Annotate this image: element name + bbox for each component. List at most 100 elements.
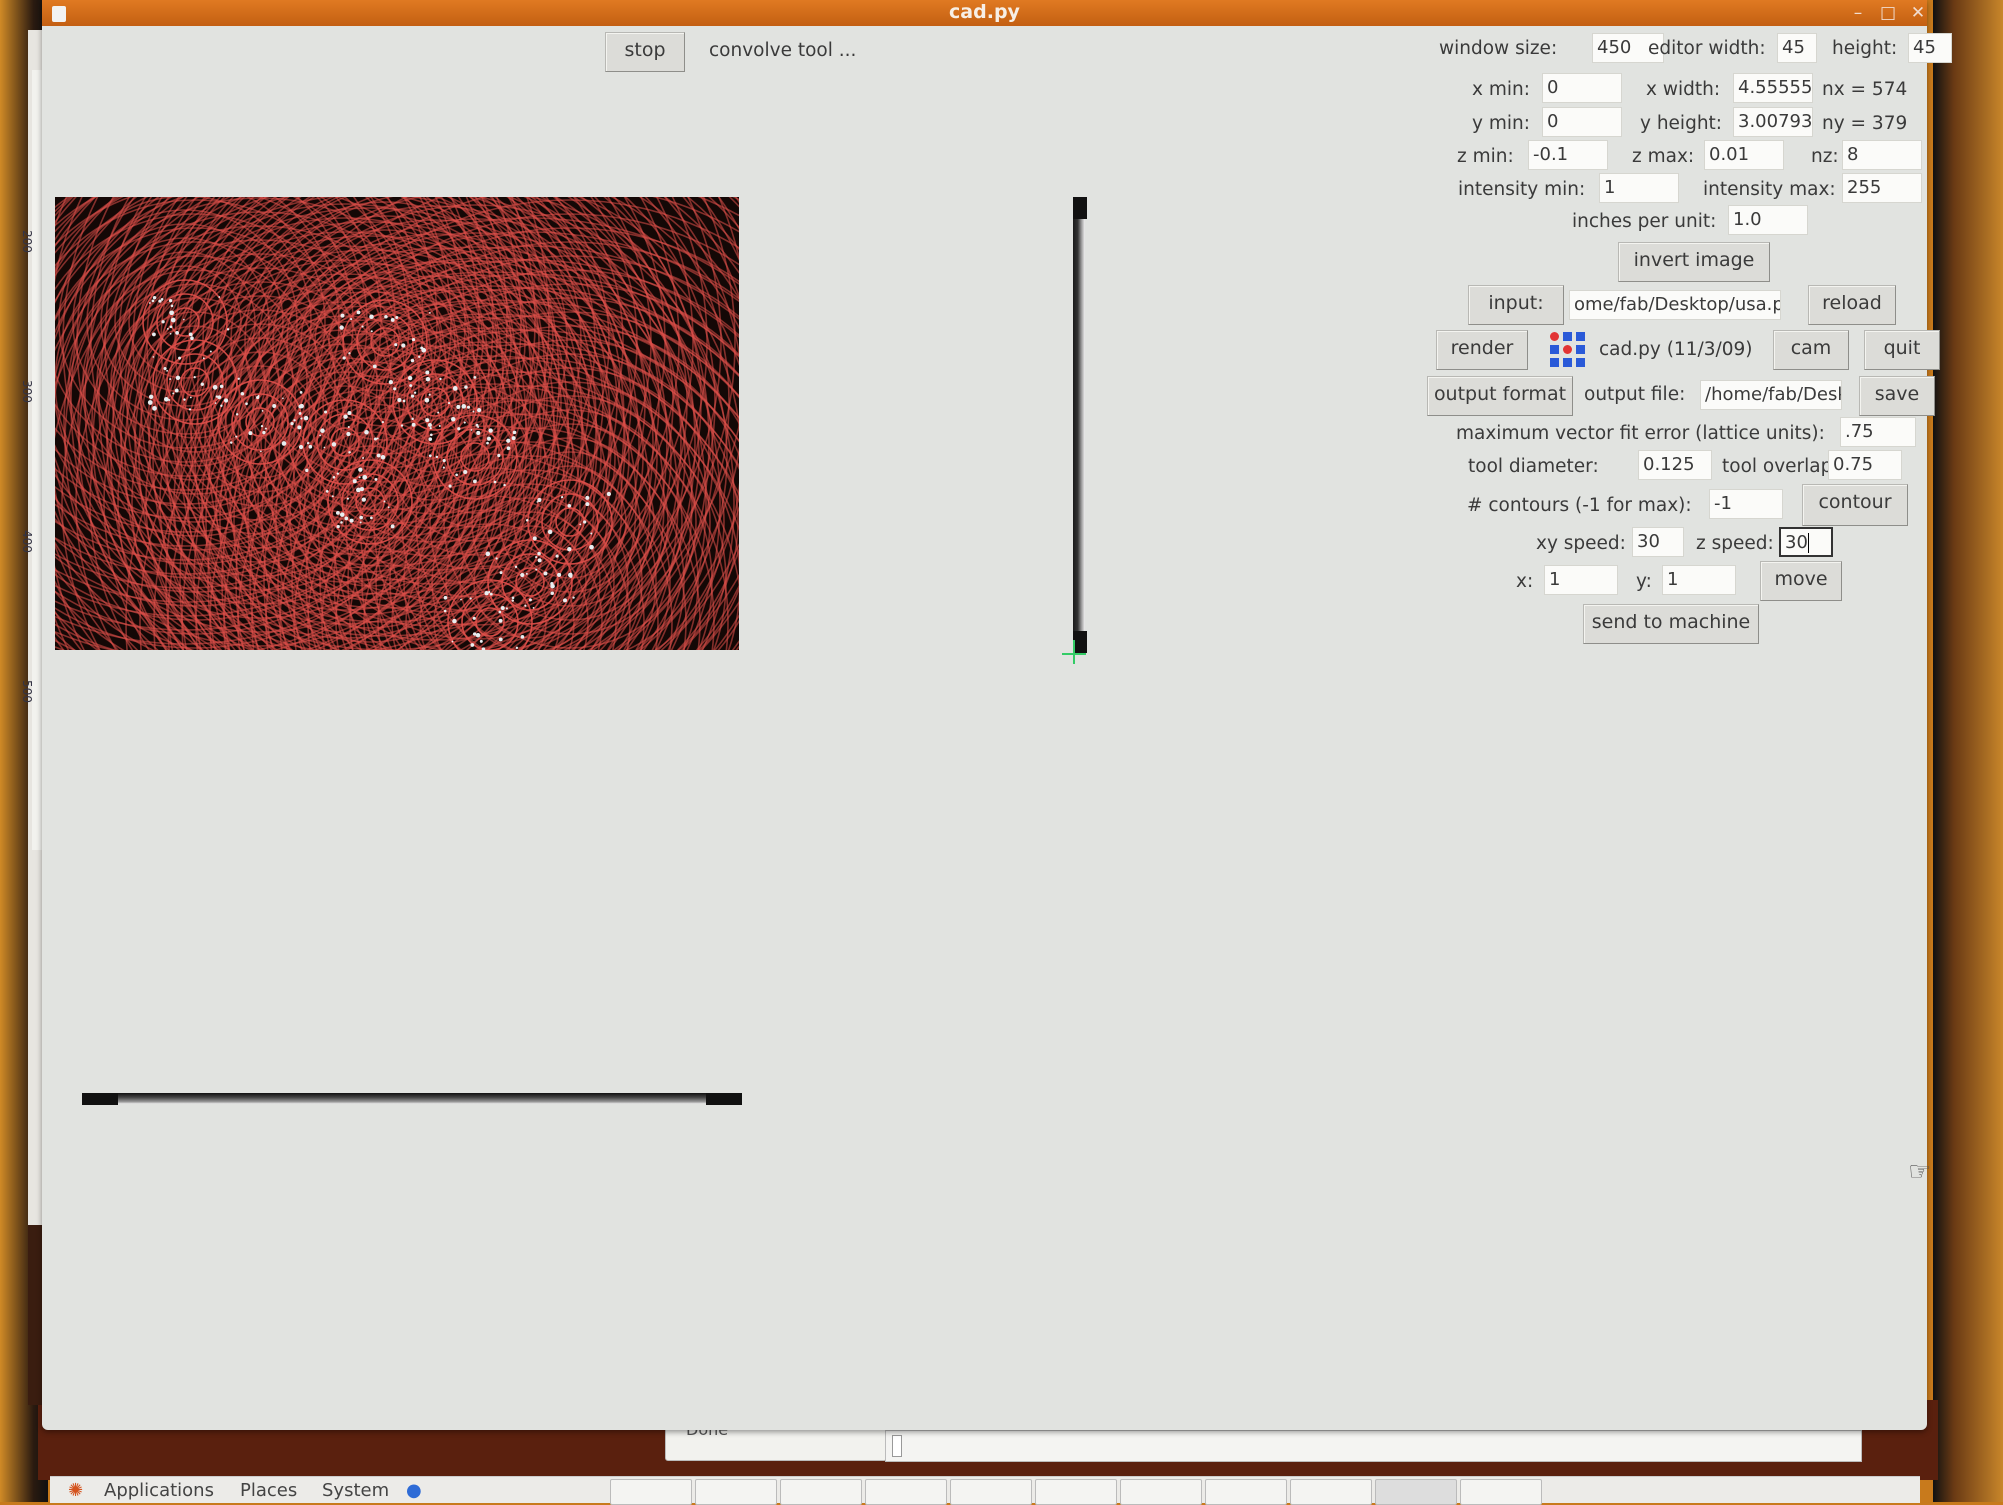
image-point (532, 536, 537, 541)
taskbar-window-button[interactable] (1290, 1479, 1372, 1505)
image-point (324, 410, 328, 414)
cam-button[interactable]: cam (1773, 330, 1849, 370)
applications-menu[interactable]: Applications (104, 1480, 214, 1501)
image-point (411, 337, 416, 342)
system-menu[interactable]: System (322, 1480, 389, 1501)
save-button[interactable]: save (1859, 376, 1935, 416)
image-point (282, 397, 284, 400)
firefox-launcher-icon[interactable]: ● (406, 1480, 422, 1501)
image-point (452, 386, 458, 391)
image-point (202, 357, 205, 360)
image-point (547, 529, 553, 535)
image-point (361, 497, 367, 502)
profile-cap (1073, 197, 1087, 219)
stop-button[interactable]: stop (605, 32, 685, 72)
y-profile-view[interactable] (1073, 197, 1087, 653)
image-point (356, 487, 361, 493)
z-speed-input[interactable]: 30 (1779, 527, 1833, 557)
max-fit-error-input[interactable]: .75 (1840, 417, 1916, 447)
image-point (212, 384, 218, 390)
reload-button[interactable]: reload (1808, 285, 1896, 325)
input-button[interactable]: input: (1468, 285, 1564, 325)
quit-button[interactable]: quit (1864, 330, 1940, 370)
taskbar-window-button[interactable] (1460, 1479, 1542, 1505)
close-button[interactable]: ✕ (1907, 3, 1929, 23)
scrollbar-thumb[interactable] (892, 1435, 902, 1457)
send-to-machine-button[interactable]: send to machine (1583, 604, 1759, 644)
image-point (418, 355, 421, 359)
tool-diameter-input[interactable]: 0.125 (1638, 450, 1712, 480)
y-height-input[interactable]: 3.00793 (1733, 107, 1813, 137)
image-point (515, 646, 519, 649)
image-point (305, 468, 309, 473)
nz-input[interactable]: 8 (1842, 140, 1922, 170)
inches-per-unit-input[interactable]: 1.0 (1728, 205, 1808, 235)
taskbar-window-button[interactable] (1205, 1479, 1287, 1505)
image-point (550, 591, 554, 595)
taskbar-window-button[interactable] (1035, 1479, 1117, 1505)
taskbar-window-button[interactable] (610, 1479, 692, 1505)
taskbar-window-button[interactable] (780, 1479, 862, 1505)
contour-canvas[interactable] (55, 197, 739, 650)
taskbar-window-button[interactable] (950, 1479, 1032, 1505)
taskbar-window-button[interactable] (695, 1479, 777, 1505)
x-input[interactable]: 1 (1544, 565, 1618, 595)
render-button[interactable]: render (1436, 330, 1528, 370)
x-profile-view[interactable] (82, 1093, 742, 1105)
image-point (298, 411, 302, 415)
taskbar-window-button[interactable] (1120, 1479, 1202, 1505)
output-format-button[interactable]: output format (1427, 376, 1573, 416)
places-menu[interactable]: Places (240, 1480, 297, 1501)
image-point (383, 500, 386, 503)
taskbar-window-button-active[interactable] (1375, 1479, 1457, 1505)
image-point (390, 317, 395, 322)
image-point (407, 375, 413, 381)
x-min-input[interactable]: 0 (1542, 73, 1622, 103)
intensity-min-input[interactable]: 1 (1599, 173, 1679, 203)
xy-speed-input[interactable]: 30 (1632, 527, 1684, 557)
monitor-bezel-right (1933, 0, 2003, 1502)
image-point (557, 572, 562, 577)
z-min-input[interactable]: -0.1 (1528, 140, 1608, 170)
image-point (567, 547, 572, 552)
image-point (306, 441, 310, 445)
output-file-field[interactable]: /home/fab/Deskt (1700, 380, 1842, 410)
contour-button[interactable]: contour (1802, 484, 1908, 526)
ubuntu-logo-icon[interactable]: ✺ (68, 1480, 83, 1501)
invert-image-button[interactable]: invert image (1618, 242, 1770, 282)
image-point (507, 438, 510, 442)
image-point (218, 296, 221, 298)
contours-input[interactable]: -1 (1709, 489, 1783, 519)
intensity-max-input[interactable]: 255 (1842, 173, 1922, 203)
ruler-label: 400 (20, 530, 34, 553)
image-point (477, 425, 480, 428)
maximize-button[interactable]: □ (1877, 3, 1899, 23)
image-point (169, 325, 173, 329)
image-point (372, 364, 377, 369)
image-point (339, 325, 344, 330)
image-point (349, 518, 354, 523)
input-file-field[interactable]: ome/fab/Desktop/usa.p (1569, 290, 1781, 320)
minimize-button[interactable]: – (1847, 3, 1869, 23)
image-point (299, 391, 303, 394)
x-width-input[interactable]: 4.55555 (1733, 73, 1813, 103)
image-point (168, 299, 173, 303)
editor-height-input[interactable]: 45 (1908, 33, 1952, 63)
image-point (172, 392, 175, 395)
image-point (524, 604, 527, 607)
background-scrollbar[interactable] (885, 1430, 1862, 1462)
image-point (555, 554, 559, 558)
taskbar-window-button[interactable] (865, 1479, 947, 1505)
image-point (463, 421, 466, 424)
window-titlebar[interactable]: cad.py – □ ✕ (42, 0, 1927, 26)
move-button[interactable]: move (1760, 561, 1842, 601)
editor-width-input[interactable]: 45 (1777, 33, 1817, 63)
tool-overlap-input[interactable]: 0.75 (1828, 450, 1902, 480)
image-point (148, 394, 154, 399)
z-max-input[interactable]: 0.01 (1704, 140, 1784, 170)
image-point (220, 404, 223, 407)
y-min-input[interactable]: 0 (1542, 107, 1622, 137)
y-input[interactable]: 1 (1662, 565, 1736, 595)
image-point (442, 466, 445, 469)
image-point (505, 607, 508, 610)
